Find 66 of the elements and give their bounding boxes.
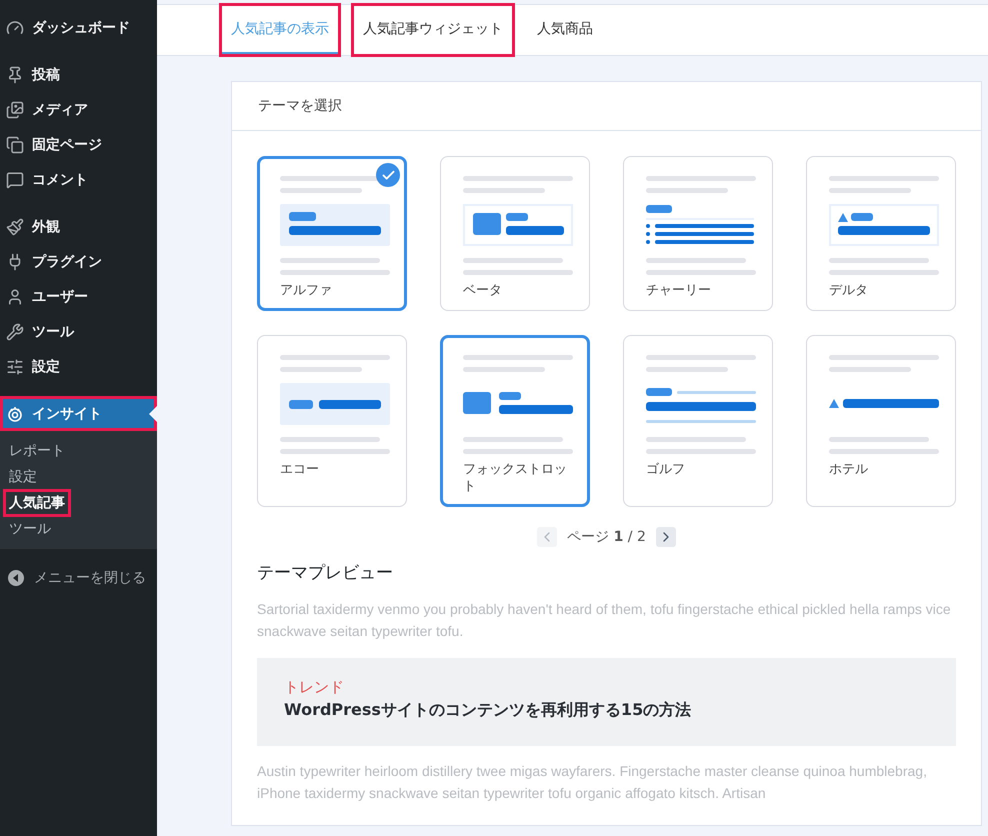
section-title: テーマプレビュー [257,562,394,584]
preview-paragraph: Sartorial taxidermy venmo you probably haven't heard of them, tofu fingerstache ethical pickled hella ramps vice snackwave seitan typewriter tofu. [257,600,952,641]
theme-option[interactable]: ホテル [806,334,956,507]
collapse-label: メニューを閉じる [34,569,146,587]
theme-label: エコー [280,462,320,479]
theme-option[interactable]: フォックストロット [440,334,590,507]
menu-label: 外観 [32,218,60,236]
menu-item[interactable]: メディア [0,92,157,127]
theme-label: ホテル [829,462,869,479]
menu-label: ツール [32,322,74,340]
menu-icon [6,358,24,376]
submenu-item[interactable]: 人気記事 [4,490,70,516]
current-arrow-icon [149,406,157,422]
submenu-item[interactable]: 設定 [4,464,42,490]
menu-icon [6,100,24,118]
theme-label: ゴルフ [646,462,686,479]
page-indicator: ページ 1 / 2 [567,528,646,546]
menu-item[interactable]: プラグイン [0,244,157,279]
menu-label: ダッシュボード [32,18,130,36]
menu-item[interactable]: ツール [0,314,157,349]
tab[interactable]: 人気商品 [527,5,603,55]
menu-icon [6,18,24,36]
theme-label: アルファ [280,283,333,300]
insight-icon [6,404,24,422]
theme-option[interactable]: アルファ [257,156,407,311]
menu-item[interactable]: 投稿 [0,57,157,92]
menu-icon [6,136,24,154]
card-title: テーマを選択 [232,82,981,131]
menu-item[interactable]: コメント [0,162,157,197]
theme-option[interactable]: デルタ [806,156,956,311]
menu-icon [6,170,24,188]
theme-option[interactable]: ゴルフ [623,334,773,507]
submenu-item[interactable]: レポート [4,438,70,464]
menu-icon [6,288,24,306]
theme-label: フォックストロット [463,462,567,496]
menu-item[interactable]: ダッシュボード [0,10,157,45]
theme-label: デルタ [829,283,869,300]
menu-icon [6,218,24,236]
article-headline: WordPressサイトのコンテンツを再利用する15の方法 [284,700,692,721]
theme-label: チャーリー [646,283,712,300]
menu-label: メディア [32,100,88,118]
menu-item[interactable]: 固定ページ [0,127,157,162]
menu-icon [6,322,24,340]
menu-label: 投稿 [32,66,60,84]
menu-icon [6,66,24,84]
theme-option[interactable]: ベータ [440,156,590,311]
menu-label: インサイト [32,404,102,422]
theme-option[interactable]: エコー [257,334,407,507]
preview-paragraph: Austin typewriter heirloom distillery twee migas wayfarers. Fingerstache master cleanse quinoa humblebrag, iPhone taxidermy snackwave seitan typewriter tofu organic affogato kitsch. Artisan [257,762,928,803]
theme-option[interactable]: チャーリー [623,156,773,311]
menu-item[interactable]: ユーザー [0,279,157,314]
menu-item[interactable]: 設定 [0,349,157,384]
theme-label: ベータ [463,283,503,300]
next-page-button[interactable] [656,526,676,547]
menu-item[interactable]: 外観 [0,209,157,244]
menu-item[interactable]: インサイト [0,396,157,431]
menu-label: ユーザー [32,288,88,306]
menu-label: 設定 [32,358,60,376]
menu-label: コメント [32,170,88,188]
submenu-item[interactable]: ツール [4,516,56,542]
collapse-icon [8,570,24,586]
menu-label: プラグイン [32,252,102,270]
tab[interactable]: 人気記事ウィジェット [353,5,513,55]
menu-label: 固定ページ [32,136,102,154]
collapse-menu-button[interactable]: メニューを閉じる [0,561,157,595]
trend-label: トレンド [284,678,345,697]
